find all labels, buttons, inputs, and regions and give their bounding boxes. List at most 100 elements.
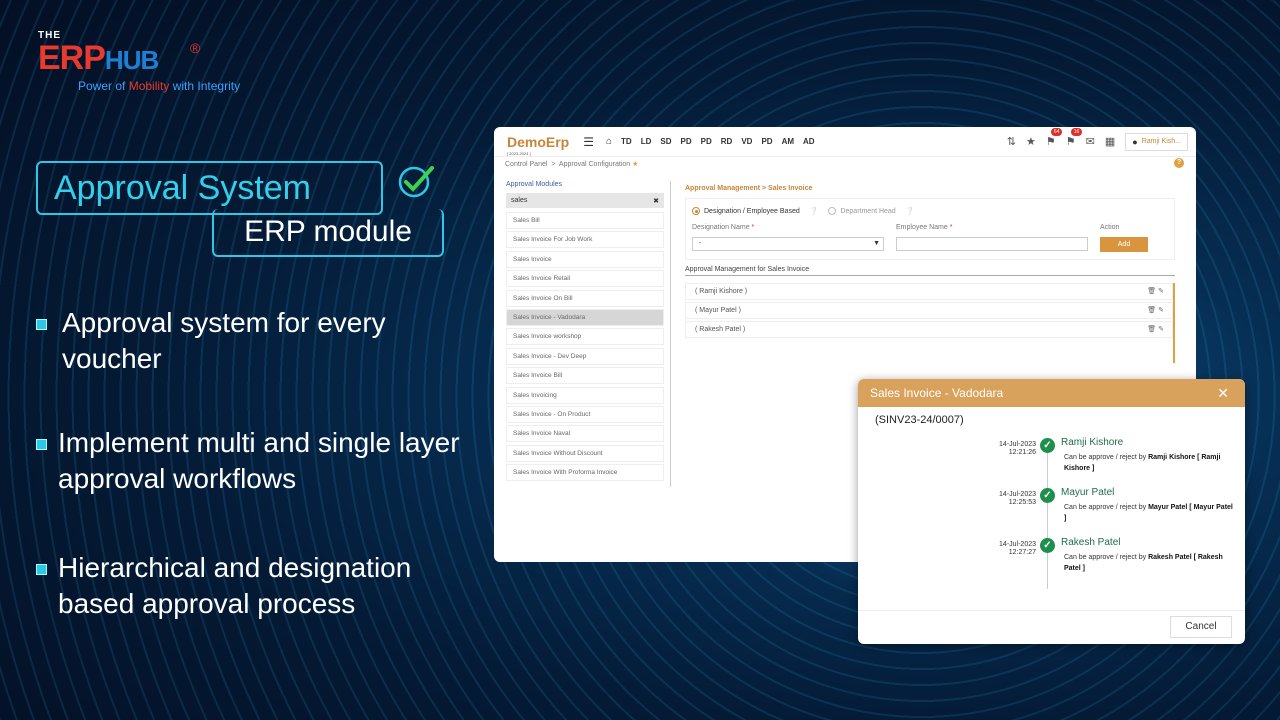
entry-desc: Can be approve / reject by Ramji Kishore… <box>1064 452 1234 474</box>
menu-icon[interactable]: ☰ <box>583 135 594 149</box>
approver-row: ( Mayur Patel ) 🗑 ✎ <box>685 302 1173 319</box>
module-item[interactable]: Sales Invoice - On Product <box>506 405 664 423</box>
module-item[interactable]: Sales Invoice <box>506 250 664 268</box>
add-button[interactable]: Add <box>1100 237 1148 252</box>
user-menu[interactable]: ● Ramji Kish... <box>1125 132 1188 151</box>
chevron-down-icon: ▼ <box>873 240 880 247</box>
entry-date: 14-Jul-2023 12:21:26 <box>988 441 1036 457</box>
logo-registered: ® <box>190 40 201 56</box>
module-item[interactable]: Sales Invoice With Proforma Invoice <box>506 464 664 482</box>
nav-item[interactable]: RD <box>721 137 733 146</box>
module-item[interactable]: Sales Invoice On Bill <box>506 289 664 307</box>
module-item-active[interactable]: Sales Invoice - Vadodara <box>506 308 664 326</box>
module-item[interactable]: Sales Invoicing <box>506 386 664 404</box>
trash-icon[interactable]: 🗑 <box>1147 288 1156 295</box>
breadcrumb-approval-config[interactable]: Approval Configuration <box>559 161 630 168</box>
breadcrumb-separator: > <box>551 161 556 168</box>
tagline-part-c: with Integrity <box>169 79 241 93</box>
module-item[interactable]: Sales Invoice For Job Work <box>506 231 664 249</box>
erphub-logo: THE ERPHUB ® Power of Mobility with Inte… <box>38 30 240 93</box>
check-circle-icon <box>398 166 434 198</box>
entry-time: 12:21:26 <box>1008 449 1036 456</box>
favorite-star-icon[interactable]: ★ <box>632 161 638 168</box>
entry-desc-text: Can be approve / reject by <box>1064 454 1149 461</box>
module-item[interactable]: Sales Invoice - Dev Deep <box>506 347 664 365</box>
info-icon[interactable]: ❔ <box>810 207 819 215</box>
breadcrumb-control-panel[interactable]: Control Panel <box>505 161 547 168</box>
edit-icon[interactable]: ✎ <box>1158 326 1164 333</box>
approval-list-title: Approval Management for Sales Invoice <box>685 266 1175 276</box>
help-icon[interactable]: ? <box>1174 158 1184 168</box>
designation-label-text: Designation Name <box>692 224 750 231</box>
trash-icon[interactable]: 🗑 <box>1147 307 1156 314</box>
module-item[interactable]: Sales Invoice workshop <box>506 328 664 346</box>
nav-item[interactable]: LD <box>641 137 652 146</box>
trash-icon[interactable]: 🗑 <box>1147 326 1156 333</box>
timeline-entry: 14-Jul-2023 12:21:26 ✓ Ramji Kishore Can … <box>858 437 1245 482</box>
radio-department-label: Department Head <box>840 207 896 215</box>
user-name: Ramji Kish... <box>1141 138 1181 145</box>
alert-button[interactable]: ⚑ 16 <box>1065 128 1083 148</box>
approval-history-dialog: Sales Invoice - Vadodara ✕ (SINV23-24/00… <box>858 379 1245 644</box>
action-label: Action <box>1100 224 1120 231</box>
entry-name: Mayur Patel <box>1061 487 1115 498</box>
employee-input[interactable] <box>896 237 1088 251</box>
module-item[interactable]: Sales Invoice Naval <box>506 425 664 443</box>
top-bar: DemoErp ☰ ⌂ TD LD SD PD PD RD VD PD AM A… <box>494 127 1196 157</box>
approver-row: ( Ramji Kishore ) 🗑 ✎ <box>685 283 1173 300</box>
approval-config-panel: Approval Management > Sales Invoice Desi… <box>685 185 1175 363</box>
logo-hub: HUB <box>104 45 159 75</box>
page-title: Approval System <box>36 161 383 215</box>
calendar-icon[interactable]: ▦ <box>1105 135 1115 148</box>
entry-date-text: 14-Jul-2023 <box>999 441 1036 448</box>
feature-item: Approval system for every voucher <box>36 305 466 377</box>
check-icon: ✓ <box>1040 438 1055 453</box>
edit-icon[interactable]: ✎ <box>1158 288 1164 295</box>
user-icon: ● <box>1132 136 1138 147</box>
home-icon[interactable]: ⌂ <box>606 136 612 147</box>
info-icon[interactable]: ❔ <box>906 207 915 215</box>
nav-item[interactable]: SD <box>660 137 671 146</box>
notification-button[interactable]: ⚑ 64 <box>1046 128 1063 148</box>
nav-item[interactable]: AM <box>782 137 794 146</box>
edit-icon[interactable]: ✎ <box>1158 307 1164 314</box>
dialog-header: Sales Invoice - Vadodara ✕ <box>858 379 1245 407</box>
row-actions: 🗑 ✎ <box>1147 322 1164 337</box>
mail-icon[interactable]: ✉ <box>1086 135 1095 148</box>
star-icon[interactable]: ★ <box>1026 135 1036 148</box>
check-icon: ✓ <box>1040 538 1055 553</box>
tagline-part-b: Mobility <box>128 79 170 93</box>
module-item[interactable]: Sales Bill <box>506 212 664 229</box>
check-icon: ✓ <box>1040 488 1055 503</box>
logo-erp: ERP <box>38 39 106 77</box>
module-item[interactable]: Sales Invoice Retail <box>506 270 664 288</box>
nav-item[interactable]: PD <box>701 137 712 146</box>
cancel-button[interactable]: Cancel <box>1170 616 1232 638</box>
module-item[interactable]: Sales Invoice Bill <box>506 367 664 385</box>
clear-icon[interactable]: ✖ <box>653 197 659 205</box>
search-value: sales <box>511 197 528 204</box>
approver-list: ( Ramji Kishore ) 🗑 ✎ ( Mayur Patel ) 🗑 … <box>685 283 1175 363</box>
radio-designation-label: Designation / Employee Based <box>704 207 800 215</box>
entry-desc-text: Can be approve / reject by <box>1064 554 1149 561</box>
nav-item[interactable]: AD <box>803 137 815 146</box>
module-search-input[interactable]: sales ✖ <box>506 193 664 208</box>
nav-item[interactable]: TD <box>621 137 632 146</box>
sort-icon[interactable]: ⇅ <box>1007 135 1016 148</box>
designation-select[interactable]: - ▼ <box>692 237 884 251</box>
radio-designation[interactable] <box>692 207 700 215</box>
entry-date: 14-Jul-2023 12:25:53 <box>988 491 1036 507</box>
app-name[interactable]: DemoErp <box>507 134 569 150</box>
close-icon[interactable]: ✕ <box>1217 379 1229 407</box>
approver-name: ( Ramji Kishore ) <box>695 288 748 295</box>
modules-title: Approval Modules <box>506 181 563 188</box>
nav-item[interactable]: PD <box>681 137 692 146</box>
radio-department-head[interactable] <box>828 207 837 215</box>
nav-item[interactable]: VD <box>741 137 752 146</box>
alert-icon: ⚑ <box>1065 136 1076 148</box>
nav-item[interactable]: PD <box>761 137 772 146</box>
approver-name: ( Mayur Patel ) <box>695 307 741 314</box>
entry-time: 12:27:27 <box>1008 549 1036 556</box>
tagline-part-a: Power of <box>78 79 129 93</box>
module-item[interactable]: Sales Invoice Without Discount <box>506 444 664 462</box>
